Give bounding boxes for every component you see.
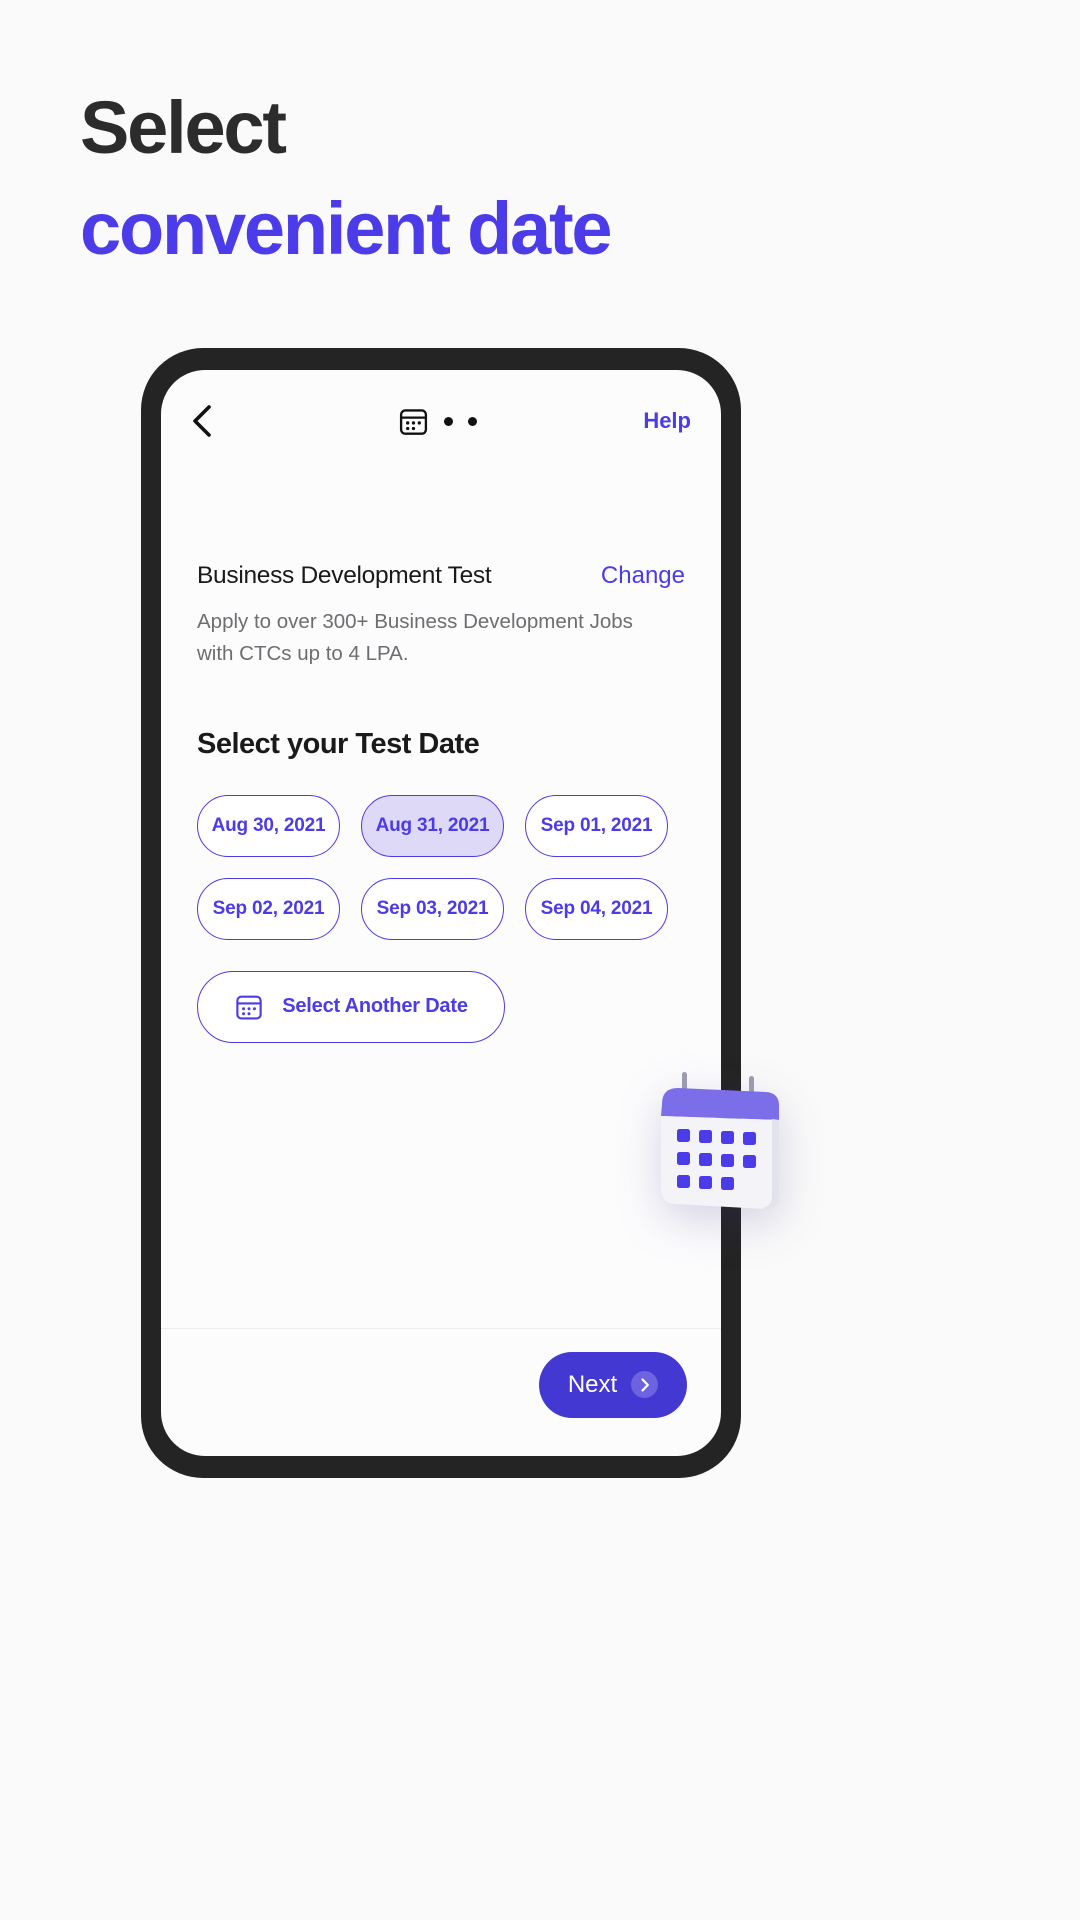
change-test-link[interactable]: Change <box>601 562 685 590</box>
date-chip-selected[interactable]: Aug 31, 2021 <box>361 794 504 857</box>
promo-headline-line-1: Select <box>80 86 287 169</box>
app-header: Help <box>161 392 721 450</box>
test-title: Business Development Test <box>197 562 492 589</box>
next-button-label: Next <box>567 1370 618 1398</box>
select-another-date-label: Select Another Date <box>282 995 468 1018</box>
date-chip[interactable]: Sep 04, 2021 <box>525 877 668 940</box>
date-chip[interactable]: Aug 30, 2021 <box>197 794 340 857</box>
app-content: Business Development Test Change Apply t… <box>161 510 721 1043</box>
test-summary-row: Business Development Test Change <box>197 562 685 590</box>
chevron-right-icon <box>631 1371 659 1398</box>
phone-mockup-frame: Help Business Development Test Change Ap… <box>141 348 741 1478</box>
select-another-date-button[interactable]: Select Another Date <box>197 970 505 1043</box>
date-chip[interactable]: Sep 03, 2021 <box>361 877 504 940</box>
test-description: Apply to over 300+ Business Development … <box>197 610 633 665</box>
phone-screen: Help Business Development Test Change Ap… <box>161 370 721 1456</box>
calendar-3d-illustration <box>661 1072 780 1210</box>
step-dot-2[interactable] <box>443 416 453 426</box>
date-options-grid: Aug 30, 2021 Aug 31, 2021 Sep 01, 2021 S… <box>197 794 685 940</box>
step-dot-3[interactable] <box>467 416 477 426</box>
next-button[interactable]: Next <box>539 1351 687 1418</box>
step-indicator <box>231 406 643 437</box>
date-chip[interactable]: Sep 02, 2021 <box>197 877 340 940</box>
app-footer: Next <box>161 1328 721 1456</box>
chevron-left-icon <box>193 405 211 437</box>
section-title-select-test-date: Select your Test Date <box>197 727 480 760</box>
back-button[interactable] <box>191 401 231 441</box>
calendar-icon <box>236 995 262 1020</box>
promo-headline-line-2: convenient date <box>80 186 613 270</box>
help-button[interactable]: Help <box>643 408 691 434</box>
promo-headline: Select convenient date <box>80 78 1000 279</box>
date-chip[interactable]: Sep 01, 2021 <box>525 794 668 857</box>
calendar-icon <box>399 408 427 435</box>
